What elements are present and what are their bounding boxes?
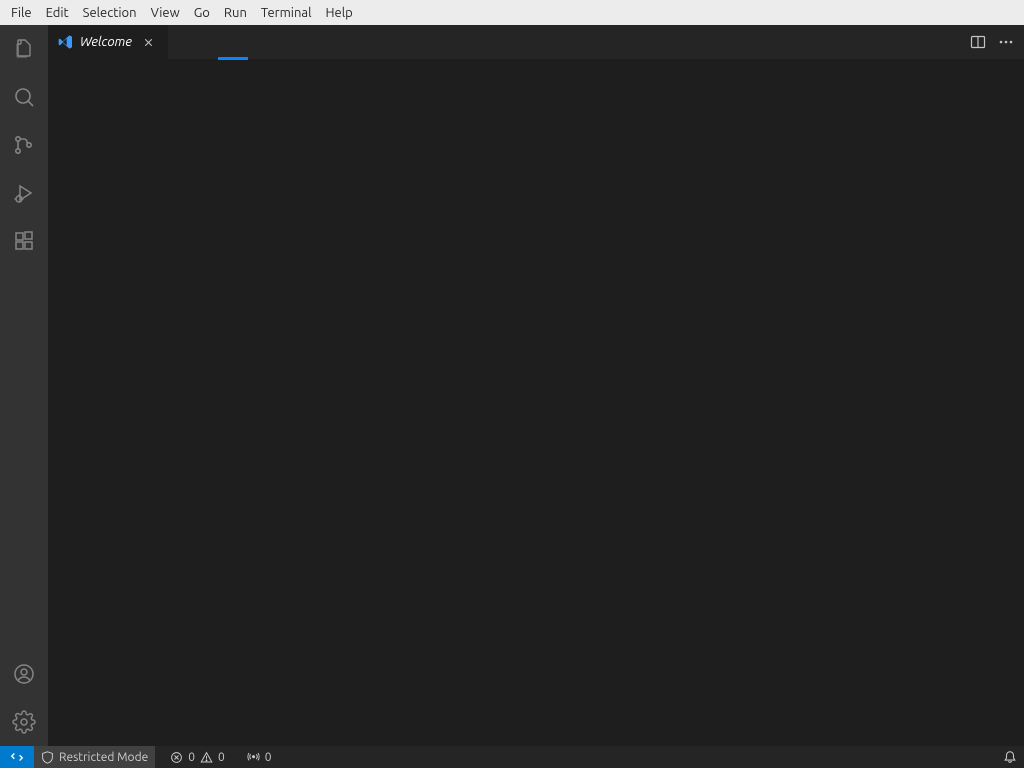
- accent-indicator: [218, 57, 248, 60]
- remote-button[interactable]: [0, 746, 34, 768]
- menu-view[interactable]: View: [144, 3, 187, 23]
- files-icon: [12, 37, 36, 61]
- more-icon: [998, 34, 1014, 50]
- error-icon: [170, 751, 183, 764]
- status-bar: Restricted Mode 0 0: [0, 746, 1024, 768]
- menu-help[interactable]: Help: [318, 3, 359, 23]
- ports-count: 0: [265, 751, 272, 764]
- split-editor-button[interactable]: [970, 34, 986, 50]
- editor-body[interactable]: [48, 63, 1024, 746]
- restricted-mode-button[interactable]: Restricted Mode: [34, 746, 155, 768]
- vscode-icon: [58, 34, 74, 50]
- activity-run-debug[interactable]: [0, 169, 48, 217]
- menu-go[interactable]: Go: [187, 3, 217, 23]
- tab-label: Welcome: [80, 35, 132, 49]
- main-area: Welcome: [0, 25, 1024, 746]
- menu-edit[interactable]: Edit: [39, 3, 76, 23]
- more-actions-button[interactable]: [998, 34, 1014, 50]
- tab-actions: [960, 25, 1024, 59]
- warnings-count: 0: [218, 751, 225, 764]
- activity-manage[interactable]: [0, 698, 48, 746]
- menu-terminal[interactable]: Terminal: [254, 3, 319, 23]
- search-icon: [12, 85, 36, 109]
- run-debug-icon: [12, 181, 36, 205]
- menu-selection[interactable]: Selection: [76, 3, 144, 23]
- remote-icon: [10, 750, 24, 764]
- bell-icon: [1003, 750, 1017, 764]
- notifications-button[interactable]: [996, 746, 1024, 768]
- account-icon: [12, 662, 36, 686]
- gear-icon: [12, 710, 36, 734]
- breadcrumb-bar: [48, 60, 1024, 63]
- warning-icon: [200, 751, 213, 764]
- tab-welcome[interactable]: Welcome: [48, 25, 169, 59]
- activity-explorer[interactable]: [0, 25, 48, 73]
- close-icon: [142, 36, 155, 49]
- editor-region: Welcome: [48, 25, 1024, 746]
- activity-accounts[interactable]: [0, 650, 48, 698]
- split-editor-icon: [970, 34, 986, 50]
- activity-bar: [0, 25, 48, 746]
- extensions-icon: [12, 229, 36, 253]
- menu-run[interactable]: Run: [217, 3, 254, 23]
- tab-bar: Welcome: [48, 25, 1024, 60]
- ports-button[interactable]: 0: [240, 746, 279, 768]
- activity-search[interactable]: [0, 73, 48, 121]
- menu-file[interactable]: File: [4, 3, 39, 23]
- shield-icon: [41, 751, 54, 764]
- tab-close-button[interactable]: [140, 33, 158, 51]
- source-control-icon: [12, 133, 36, 157]
- restricted-mode-label: Restricted Mode: [59, 751, 148, 764]
- activity-source-control[interactable]: [0, 121, 48, 169]
- problems-button[interactable]: 0 0: [163, 746, 232, 768]
- activity-extensions[interactable]: [0, 217, 48, 265]
- menubar: File Edit Selection View Go Run Terminal…: [0, 0, 1024, 25]
- radio-tower-icon: [247, 751, 260, 764]
- errors-count: 0: [188, 751, 195, 764]
